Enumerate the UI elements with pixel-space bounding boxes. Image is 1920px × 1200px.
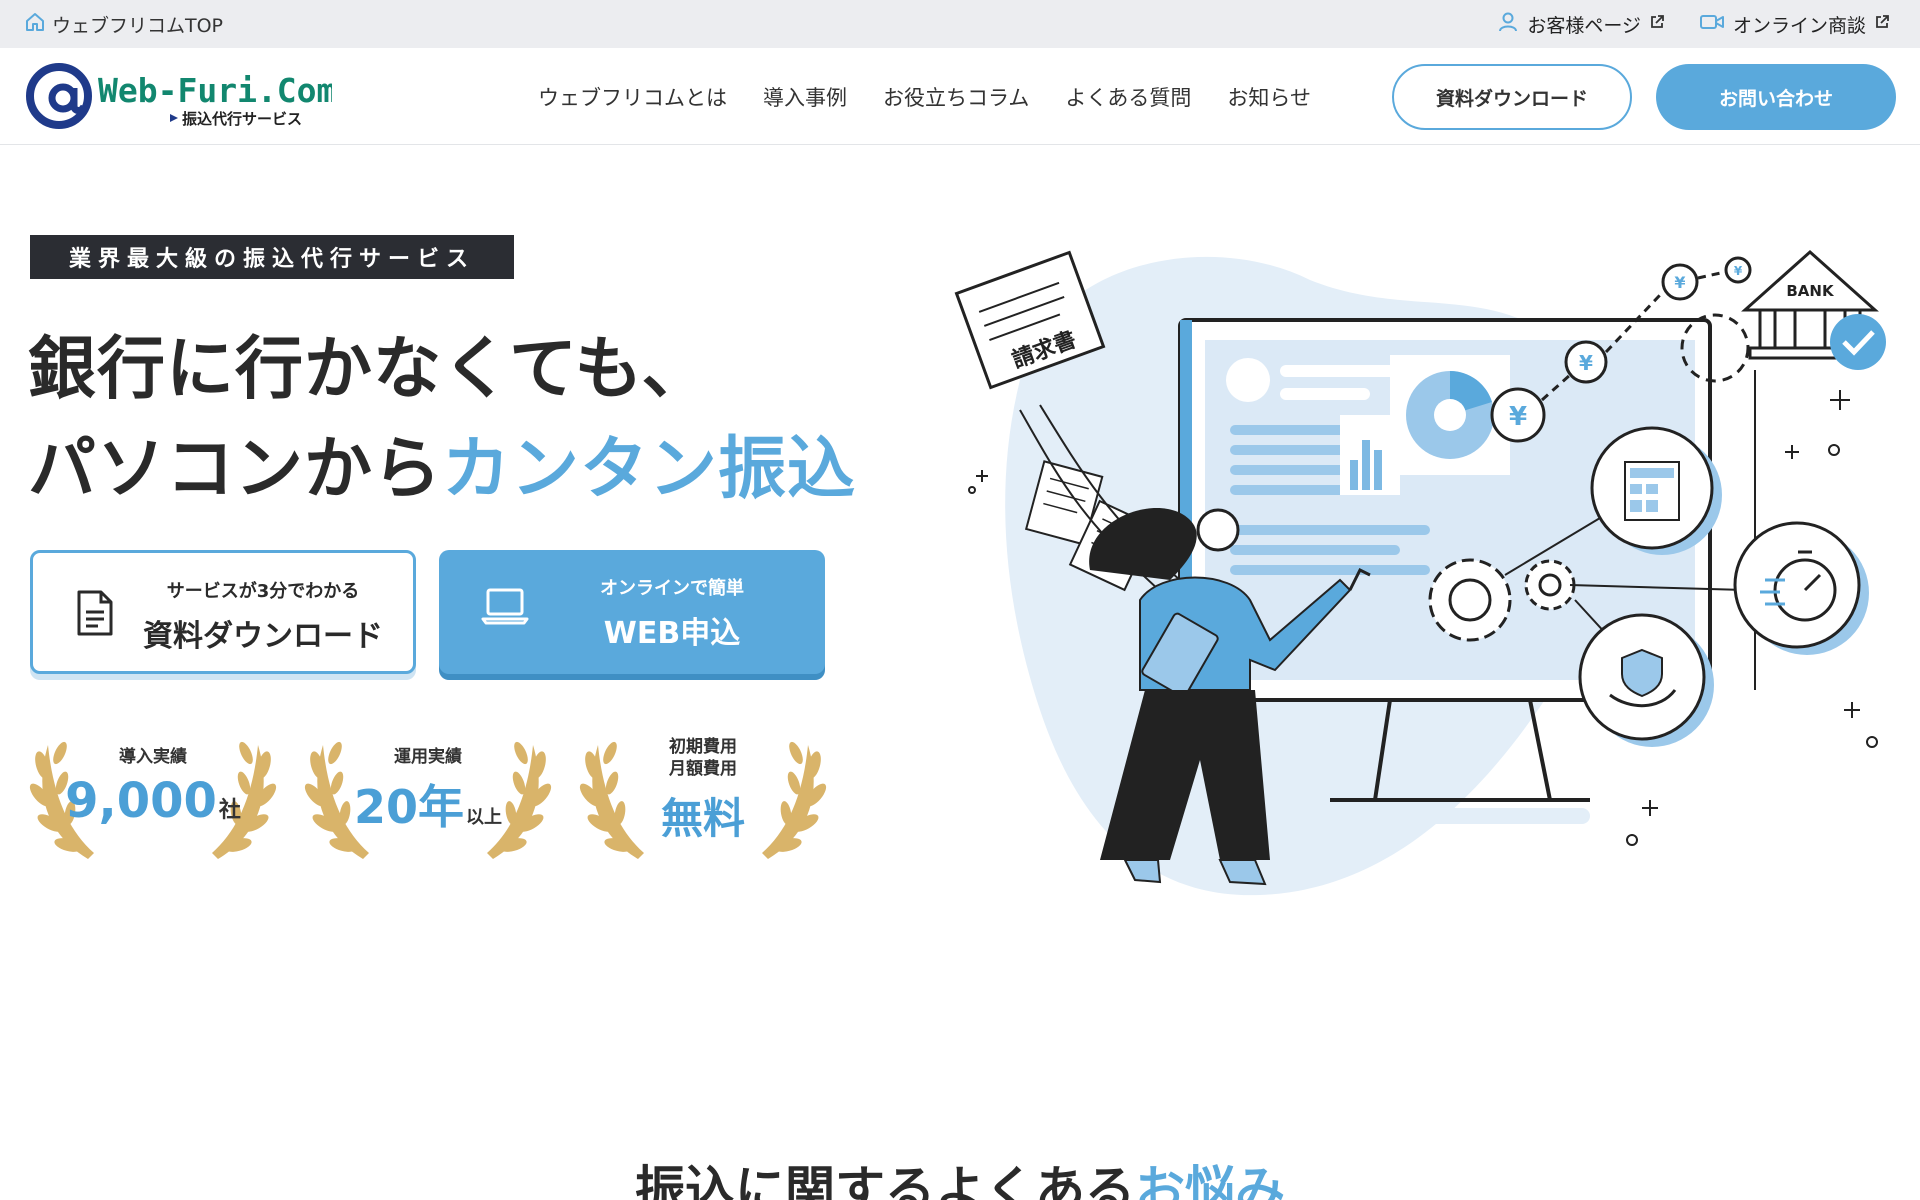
cta-web-title: WEB申込 (603, 616, 741, 651)
yen-coin-3: ¥ (1674, 273, 1685, 292)
headline-line2-prefix: パソコンから (28, 430, 443, 509)
section-title-prefix: 振込に関するよくある (635, 1161, 1135, 1200)
cta-web-subtitle: オンラインで簡単 (600, 578, 744, 599)
yen-coin-4: ¥ (1734, 264, 1743, 278)
cta-web-application[interactable]: オンラインで簡単 WEB申込 (439, 550, 825, 674)
laptop-icon (481, 586, 529, 630)
badge-free-label-2: 月額費用 (669, 759, 737, 779)
site-logo[interactable]: Web-Furi.Com 振込代行サービス (22, 60, 336, 134)
video-camera-icon (1699, 12, 1725, 37)
header-download-button[interactable]: 資料ダウンロード (1392, 64, 1632, 130)
nav-item-about[interactable]: ウェブフリコムとは (538, 82, 727, 112)
headline-line2-accent: カンタン振込 (442, 430, 857, 509)
badge-adoption-value: 9,000 (65, 773, 217, 829)
badge-free: 初期費用 月額費用 無料 (578, 725, 828, 865)
header-contact-button[interactable]: お問い合わせ (1656, 64, 1896, 130)
external-link-icon (1874, 13, 1890, 35)
external-link-icon (1649, 13, 1665, 35)
cta-doc-subtitle: サービスが3分でわかる (166, 581, 360, 602)
badge-free-label-1: 初期費用 (669, 737, 737, 757)
hero-illustration: 請求書 ¥ ¥ ¥ ¥ BANK (930, 240, 1890, 910)
nav-item-column[interactable]: お役立ちコラム (883, 82, 1029, 112)
user-icon (1497, 11, 1519, 38)
customer-page-link[interactable]: お客様ページ (1497, 11, 1665, 38)
customer-page-label: お客様ページ (1527, 14, 1641, 37)
nav-item-news[interactable]: お知らせ (1227, 82, 1311, 112)
badge-adoption-unit: 社 (218, 798, 241, 823)
top-bar: ウェブフリコムTOP お客様ページ オンライン商談 (0, 0, 1920, 48)
check-badge-icon (1830, 314, 1886, 370)
nav-item-faq[interactable]: よくある質問 (1065, 82, 1191, 112)
badge-adoption-label: 導入実績 (119, 747, 187, 767)
online-meeting-link[interactable]: オンライン商談 (1699, 11, 1890, 38)
online-meeting-label: オンライン商談 (1732, 14, 1866, 37)
badge-adoption: 導入実績 9,000社 (28, 725, 278, 865)
site-header: Web-Furi.Com 振込代行サービス ウェブフリコムとは 導入事例 お役立… (0, 48, 1920, 145)
badge-adoption-value-wrap: 9,000社 (28, 773, 278, 829)
badge-operation-unit: 以上 (466, 807, 502, 828)
badge-operation-value: 20年 (353, 780, 464, 834)
badge-operation: 運用実績 20年 以上 (303, 725, 553, 865)
bank-label: BANK (1786, 282, 1835, 300)
badge-free-value: 無料 (660, 794, 745, 843)
badge-operation-label: 運用実績 (394, 747, 462, 767)
yen-coin-1: ¥ (1509, 402, 1527, 432)
top-home-label: ウェブフリコムTOP (52, 14, 224, 37)
nav-item-cases[interactable]: 導入事例 (763, 82, 847, 112)
logo-sub-text: 振込代行サービス (182, 110, 302, 128)
yen-coin-2: ¥ (1579, 351, 1593, 375)
headline-line2: パソコンからカンタン振込 (28, 420, 856, 520)
top-home-link[interactable]: ウェブフリコムTOP (24, 11, 224, 38)
cta-document-download[interactable]: サービスが3分でわかる 資料ダウンロード (30, 550, 416, 674)
main-nav: ウェブフリコムとは 導入事例 お役立ちコラム よくある質問 お知らせ (538, 48, 1347, 145)
badge-operation-value-wrap: 20年 以上 (303, 771, 553, 837)
cta-doc-title: 資料ダウンロード (143, 619, 383, 654)
home-icon (24, 11, 46, 38)
document-icon (75, 589, 115, 641)
headline-line1: 銀行に行かなくても、 (28, 330, 711, 409)
section-title-accent: お悩み (1135, 1161, 1285, 1200)
hero-headline: 銀行に行かなくても、 パソコンからカンタン振込 (28, 320, 856, 520)
problems-section-title: 振込に関するよくあるお悩み (0, 1150, 1920, 1200)
logo-main-text: Web-Furi.Com (98, 71, 332, 110)
hero-tagline: 業界最大級の振込代行サービス (30, 235, 514, 279)
